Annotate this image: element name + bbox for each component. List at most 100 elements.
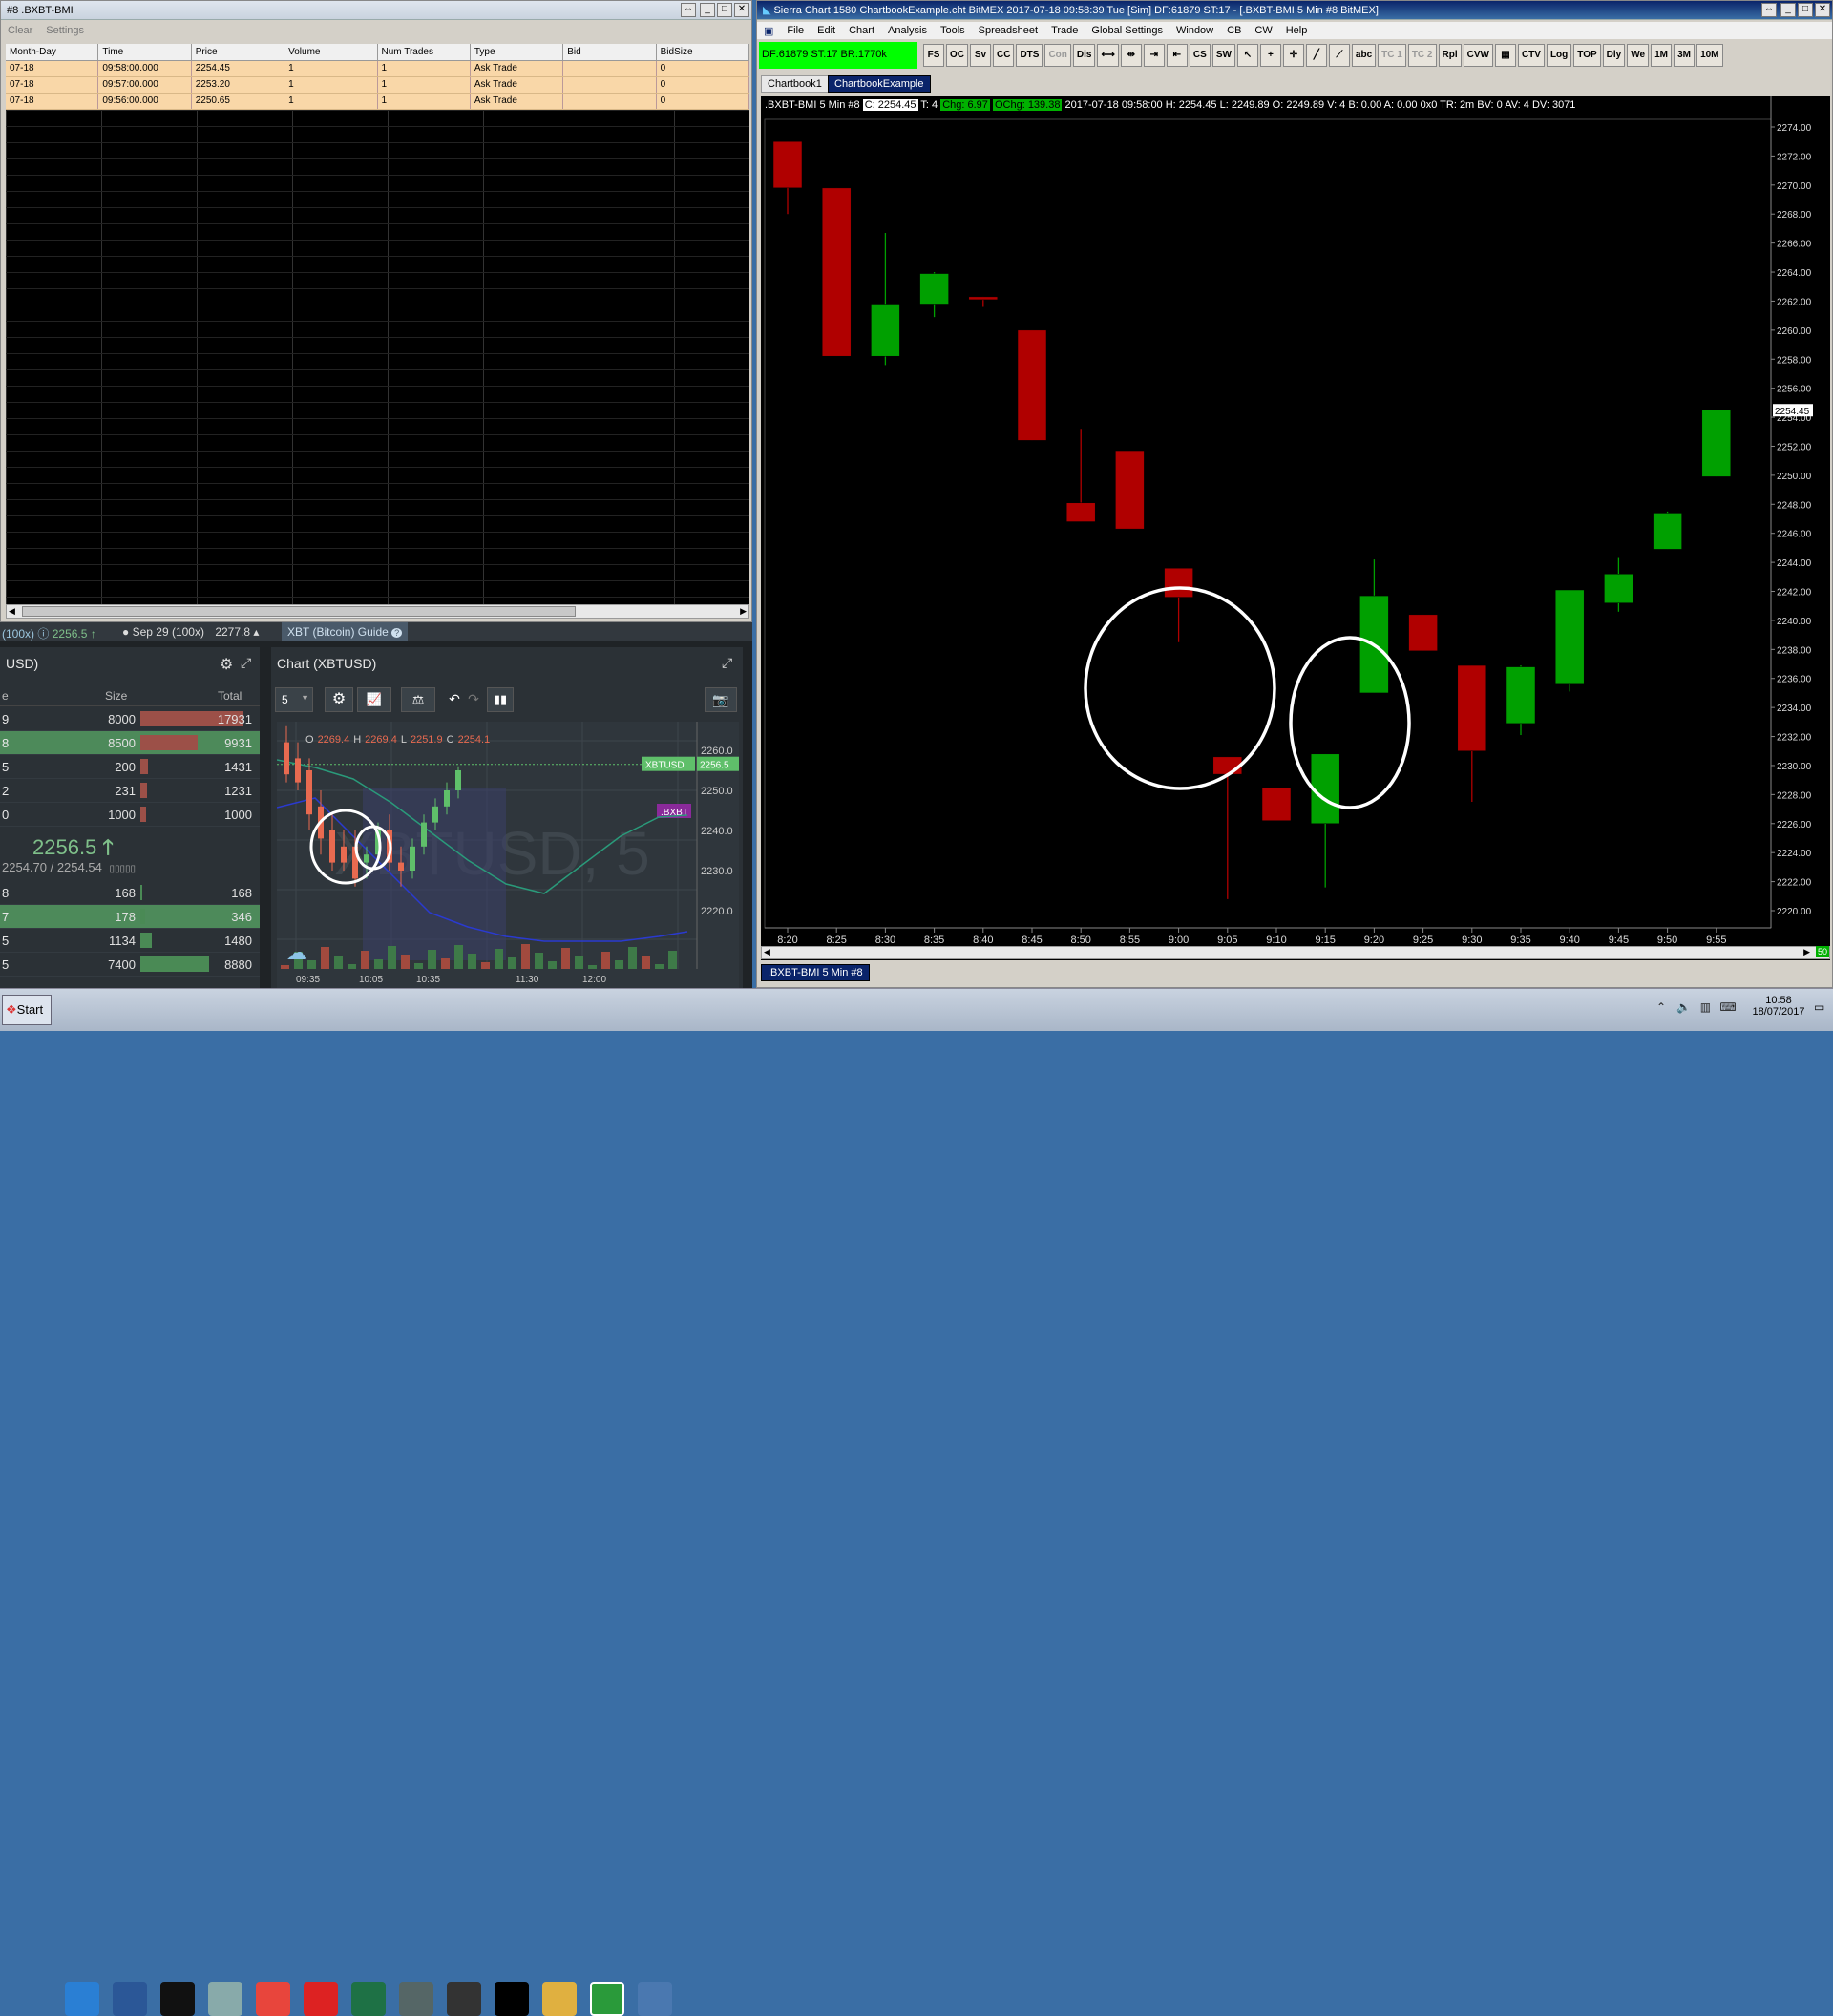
chrome-icon[interactable]	[256, 1982, 290, 2016]
toolbar-button[interactable]: ▦	[1494, 44, 1516, 67]
col-bid[interactable]: Bid	[563, 44, 657, 60]
scroll-right-icon[interactable]: ▶	[740, 606, 747, 617]
orderbook-row[interactable]: 5 1134 1480	[0, 929, 260, 953]
candle-body[interactable]	[1212, 756, 1243, 775]
menu-spreadsheet[interactable]: Spreadsheet	[972, 25, 1044, 36]
menu-cb[interactable]: CB	[1220, 25, 1248, 36]
orderbook-row[interactable]: 5 7400 8880	[0, 953, 260, 976]
toolbar-button[interactable]: Rpl	[1438, 44, 1462, 67]
candle-body[interactable]	[821, 187, 852, 357]
candle-body[interactable]	[1261, 787, 1292, 821]
minimize-button[interactable]: _	[1780, 3, 1796, 17]
toolbar-button[interactable]: TOP	[1573, 44, 1601, 67]
scroll-left-icon[interactable]: ◀	[764, 947, 770, 957]
toolbar-button[interactable]: ⟋	[1328, 44, 1350, 67]
col-num-trades[interactable]: Num Trades	[378, 44, 471, 60]
menu-window[interactable]: Window	[1169, 25, 1220, 36]
web-chart-canvas[interactable]: XBTUSD, 5O2269.4H2269.4L2251.9C2254.1226…	[277, 722, 739, 988]
menu-analysis[interactable]: Analysis	[881, 25, 934, 36]
redo-button[interactable]: ↷	[464, 687, 483, 712]
toolbar-button[interactable]: ⇤	[1166, 44, 1188, 67]
candle-body[interactable]	[1457, 664, 1487, 752]
ts-horizontal-scrollbar[interactable]: ◀ ▶	[6, 604, 749, 619]
scroll-right-icon[interactable]: ▶	[1803, 947, 1810, 957]
toolbar-button[interactable]: We	[1627, 44, 1650, 67]
volume-icon[interactable]: 🔈	[1676, 1000, 1691, 1014]
calculator-icon[interactable]	[208, 1982, 242, 2016]
close-button[interactable]: ✕	[1815, 3, 1830, 17]
toolbar-button[interactable]: SW	[1211, 44, 1235, 67]
candle-body[interactable]	[871, 304, 900, 357]
internet-explorer-icon[interactable]	[65, 1982, 99, 2016]
col-time[interactable]: Time	[98, 44, 192, 60]
orderbook-row[interactable]: 8 8500 9931	[0, 731, 260, 755]
clock[interactable]: 10:58 18/07/2017	[1752, 995, 1805, 1018]
candle-body[interactable]	[1408, 614, 1438, 652]
toolbar-button[interactable]: Dly	[1602, 44, 1626, 67]
image-viewer-icon[interactable]	[638, 1982, 672, 2016]
file-explorer-icon[interactable]	[542, 1982, 577, 2016]
ticker-item-guide[interactable]: XBT (Bitcoin) Guide ?	[282, 622, 409, 641]
gear-icon[interactable]: ⚙	[220, 655, 233, 674]
chart-scrollbar[interactable]: ◀ ▶ 50	[761, 946, 1830, 959]
indicators-button[interactable]: 📈	[357, 687, 391, 712]
col-type[interactable]: Type	[471, 44, 564, 60]
tray-up-icon[interactable]: ⌃	[1656, 1000, 1666, 1014]
toolbar-button[interactable]: 3M	[1674, 44, 1696, 67]
menu-global-settings[interactable]: Global Settings	[1085, 25, 1169, 36]
candle-body[interactable]	[1310, 753, 1340, 825]
candlestick-chart[interactable]: 2274.00 2272.00 2270.00 2268.00 2266.00 2264.…	[761, 96, 1830, 960]
maximize-button[interactable]: □	[717, 3, 732, 17]
globe-icon[interactable]	[590, 1982, 624, 2016]
cloud-icon[interactable]: ☁	[286, 941, 307, 965]
start-button[interactable]: ❖Start	[2, 995, 52, 1025]
candle-body[interactable]	[1653, 513, 1682, 550]
screenshot-button[interactable]: 📷	[705, 687, 737, 712]
menu-edit[interactable]: Edit	[811, 25, 842, 36]
candle-body[interactable]	[1115, 450, 1145, 530]
word-icon[interactable]	[113, 1982, 147, 2016]
minimize-button[interactable]: _	[700, 3, 715, 17]
toolbar-button[interactable]: ⟷	[1097, 44, 1119, 67]
app-network-icon[interactable]	[399, 1982, 433, 2016]
keyboard-icon[interactable]: ⌨	[1719, 1000, 1736, 1014]
menu-file[interactable]: File	[780, 25, 811, 36]
toolbar-button[interactable]: FS	[923, 44, 944, 67]
sierra-titlebar[interactable]: ◣ Sierra Chart 1580 ChartbookExample.cht…	[757, 1, 1832, 20]
restore-icon[interactable]: ⇔	[681, 3, 696, 17]
compare-button[interactable]: ⚖	[401, 687, 435, 712]
toolbar-button[interactable]: CTV	[1517, 44, 1545, 67]
command-prompt-icon[interactable]	[160, 1982, 195, 2016]
toolbar-button[interactable]: 1M	[1651, 44, 1673, 67]
toolbar-button[interactable]: abc	[1351, 44, 1377, 67]
menu-cw[interactable]: CW	[1248, 25, 1278, 36]
toolbar-button[interactable]: 10M	[1696, 44, 1723, 67]
tab-chartbookexample[interactable]: ChartbookExample	[828, 75, 931, 93]
menu-tools[interactable]: Tools	[934, 25, 972, 36]
scroll-thumb[interactable]	[22, 606, 576, 617]
toolbar-button[interactable]: ✛	[1282, 44, 1304, 67]
col-month-day[interactable]: Month-Day	[6, 44, 99, 60]
close-button[interactable]: ✕	[734, 3, 749, 17]
menu-trade[interactable]: Trade	[1044, 25, 1085, 36]
toolbar-button[interactable]: ⇹	[1120, 44, 1142, 67]
toolbar-button[interactable]: OC	[946, 44, 968, 67]
orderbook-row[interactable]: 0 1000 1000	[0, 803, 260, 827]
bar-chart-button[interactable]: ▮▮	[487, 687, 514, 712]
toolbar-button[interactable]: DTS	[1016, 44, 1043, 67]
toolbar-button[interactable]: Log	[1546, 44, 1572, 67]
ticker-item-perp[interactable]: (100x) ⓘ 2256.5 ↑	[2, 625, 96, 641]
candle-body[interactable]	[919, 273, 949, 304]
main-chart-area[interactable]: .BXBT-BMI 5 Min #8 C: 2254.45 T: 4 Chg: …	[761, 96, 1830, 960]
show-desktop-icon[interactable]: ▭	[1814, 1000, 1824, 1014]
toolbar-button[interactable]: ╱	[1305, 44, 1327, 67]
toolbar-button[interactable]: CC	[993, 44, 1015, 67]
candle-body[interactable]	[1554, 589, 1585, 685]
app-red-icon[interactable]	[304, 1982, 338, 2016]
candle-body[interactable]	[772, 140, 803, 189]
orderbook-row[interactable]: 5 200 1431	[0, 755, 260, 779]
menu-help[interactable]: Help	[1279, 25, 1315, 36]
toolbar-button[interactable]: ⇥	[1143, 44, 1165, 67]
excel-icon[interactable]	[351, 1982, 386, 2016]
table-row[interactable]: 07-18 09:56:00.000 2250.65 1 1 Ask Trade…	[6, 94, 749, 110]
